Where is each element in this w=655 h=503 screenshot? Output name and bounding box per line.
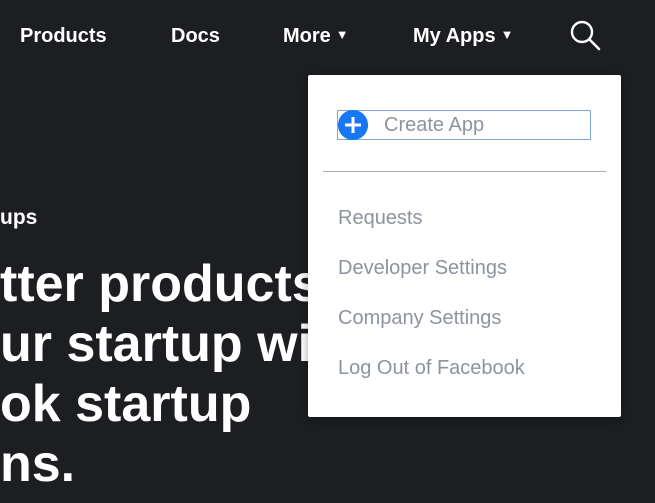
nav-more-label: More — [283, 25, 331, 47]
chevron-down-icon: ▼ — [500, 27, 514, 42]
menu-item-developer-settings[interactable]: Developer Settings — [338, 257, 507, 279]
menu-item-log-out[interactable]: Log Out of Facebook — [338, 357, 525, 379]
nav-products[interactable]: Products — [20, 24, 107, 48]
create-app-label: Create App — [384, 114, 485, 136]
hero-eyebrow: ups — [0, 206, 38, 229]
top-nav: Products Docs More ▼ My Apps ▼ — [0, 0, 655, 72]
nav-docs[interactable]: Docs — [171, 24, 220, 48]
menu-item-company-settings[interactable]: Company Settings — [338, 307, 501, 329]
menu-item-requests[interactable]: Requests — [338, 207, 423, 229]
my-apps-dropdown: Create App Requests Developer Settings C… — [308, 75, 621, 417]
menu-divider — [323, 171, 606, 172]
nav-my-apps[interactable]: My Apps ▼ — [413, 24, 513, 50]
nav-more[interactable]: More ▼ — [283, 24, 349, 50]
hero-headline-line-1: tter products — [0, 255, 321, 313]
nav-my-apps-label: My Apps — [413, 25, 496, 47]
plus-icon — [338, 110, 368, 140]
hero-headline-line-3: ok startup — [0, 375, 252, 433]
chevron-down-icon: ▼ — [335, 27, 349, 42]
search-icon[interactable] — [569, 19, 601, 51]
create-app-button[interactable]: Create App — [337, 110, 591, 140]
hero-headline-line-2: ur startup wi — [0, 315, 313, 373]
hero-headline-line-4: ns. — [0, 435, 76, 493]
